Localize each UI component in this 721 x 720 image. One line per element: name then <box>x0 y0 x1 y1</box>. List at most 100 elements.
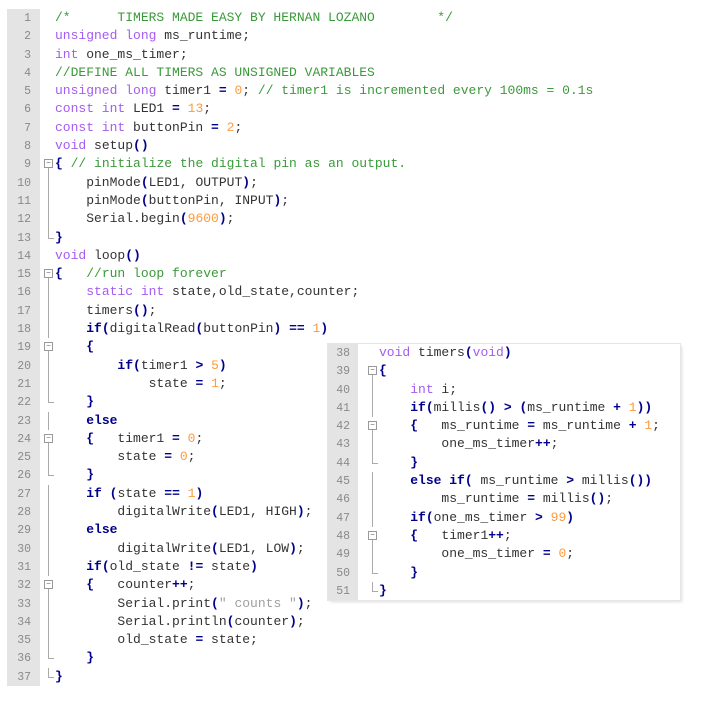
code-line[interactable]: 14 void loop() <box>7 247 667 265</box>
code-line[interactable]: 10 pinMode(LED1, OUTPUT); <box>7 173 667 193</box>
fold-gutter <box>41 46 55 64</box>
operator-token: else <box>86 412 118 428</box>
line-number: 30 <box>17 542 31 556</box>
fold-collapse-icon[interactable] <box>365 362 379 381</box>
code-line[interactable]: 34 Serial.println(counter); <box>7 612 667 632</box>
text-token: LED1, OUTPUT <box>148 174 243 190</box>
code-line[interactable]: 35 old_state = state; <box>7 631 667 650</box>
operator-token: + <box>613 399 621 415</box>
text-token: ; <box>281 192 290 208</box>
code-line[interactable]: 3 int one_ms_timer; <box>7 46 667 64</box>
code-line[interactable]: 18 if(digitalRead(buttonPin) == 1) <box>7 320 667 339</box>
fold-collapse-icon[interactable] <box>41 265 55 284</box>
code-text: } <box>379 564 418 582</box>
operator-token: ) <box>503 345 512 360</box>
fold-collapse-icon[interactable] <box>365 527 379 546</box>
text-token: ; <box>226 211 235 227</box>
text-token: ; <box>195 430 204 446</box>
code-text: one_ms_timer++; <box>379 435 558 453</box>
text-token: old_state <box>109 558 188 574</box>
operator-token: ++ <box>172 577 188 593</box>
code-line[interactable]: 48 { timer1++; <box>328 527 680 546</box>
operator-token: = <box>542 546 551 562</box>
code-text: if(digitalRead(buttonPin) == 1) <box>55 320 328 338</box>
code-line[interactable]: 1 /* TIMERS MADE EASY BY HERNAN LOZANO */ <box>7 9 667 27</box>
code-line[interactable]: 4 //DEFINE ALL TIMERS AS UNSIGNED VARIABL… <box>7 64 667 82</box>
fold-gutter <box>41 27 55 45</box>
code-line[interactable]: 49 one_ms_timer = 0; <box>328 545 680 564</box>
code-line[interactable]: 36 } <box>7 649 667 667</box>
text-token: ; <box>187 449 196 465</box>
fold-collapse-icon[interactable] <box>41 338 55 357</box>
code-text: state = 0; <box>55 448 195 466</box>
code-line[interactable]: 9 { // initialize the digital pin as an o… <box>7 155 667 174</box>
operator-token: == <box>164 485 180 501</box>
line-number: 36 <box>17 652 31 666</box>
code-line[interactable]: 50 } <box>328 563 680 582</box>
fold-collapse-icon[interactable] <box>41 430 55 449</box>
code-editor-timers-snippet[interactable]: 38void timers(void)39{40 int i;41 if(mil… <box>328 344 680 601</box>
code-line[interactable]: 40 int i; <box>328 380 680 400</box>
code-line[interactable]: 42 { ms_runtime = ms_runtime + 1; <box>328 417 680 436</box>
code-line[interactable]: 43 one_ms_timer++; <box>328 435 680 455</box>
line-number: 5 <box>24 85 31 99</box>
operator-token: ) <box>296 595 305 611</box>
fold-collapse-icon[interactable] <box>41 576 55 595</box>
text-token: buttonPin <box>203 321 274 337</box>
code-text: else <box>55 412 117 430</box>
code-line[interactable]: 6 const int LED1 = 13; <box>7 100 667 118</box>
operator-token: != <box>187 558 204 574</box>
fold-gutter <box>41 100 55 118</box>
code-line[interactable]: 15 { //run loop forever <box>7 265 667 284</box>
text-token: ; <box>234 119 243 135</box>
code-line[interactable]: 51} <box>328 581 680 600</box>
code-line[interactable]: 16 static int state,old_state,counter; <box>7 283 667 303</box>
code-line[interactable]: 38 void timers(void) <box>328 344 680 362</box>
code-text: state = 1; <box>55 375 227 393</box>
code-line[interactable]: 2 unsigned long ms_runtime; <box>7 27 667 45</box>
keyword-token: int <box>55 46 79 62</box>
code-line[interactable]: 13} <box>7 228 667 247</box>
fold-line-icon <box>41 374 55 394</box>
code-line[interactable]: 46 ms_runtime = millis(); <box>328 490 680 509</box>
code-line[interactable]: 44 } <box>328 453 680 472</box>
comment-token: // timer1 is incremented every 100ms = 0… <box>257 83 594 99</box>
code-line[interactable]: 5 unsigned long timer1 = 0; // timer1 is … <box>7 82 667 100</box>
code-line[interactable]: 12 Serial.begin(9600); <box>7 210 667 229</box>
operator-token: = <box>172 430 180 446</box>
code-line[interactable]: 8 void setup() <box>7 137 667 155</box>
code-text: timers(); <box>55 302 156 320</box>
text-token: timers <box>55 302 134 318</box>
text-token: millis <box>535 491 590 507</box>
code-text: old_state = state; <box>55 631 257 649</box>
code-text: /* TIMERS MADE EASY BY HERNAN LOZANO */ <box>55 9 453 27</box>
code-text: if(millis() > (ms_runtime + 1)) <box>379 399 652 417</box>
line-number: 27 <box>17 487 31 501</box>
operator-token: } <box>86 650 95 666</box>
code-line[interactable]: 47 if(one_ms_timer > 99) <box>328 508 680 528</box>
fold-collapse-icon[interactable] <box>365 417 379 436</box>
operator-token: { <box>55 156 63 172</box>
text-token: ; <box>304 504 313 520</box>
number-token: 5 <box>211 357 219 373</box>
code-text: else <box>55 521 117 539</box>
fold-gutter <box>41 82 55 100</box>
fold-gutter <box>41 64 55 82</box>
line-number: 39 <box>336 365 350 379</box>
code-line[interactable]: 7 const int buttonPin = 2; <box>7 119 667 137</box>
fold-collapse-icon[interactable] <box>41 155 55 174</box>
code-line[interactable]: 39 { <box>328 362 680 381</box>
code-line[interactable]: 41 if(millis() > (ms_runtime + 1)) <box>328 398 680 418</box>
line-number: 38 <box>336 347 350 360</box>
code-line[interactable]: 11 pinMode(buttonPin, INPUT); <box>7 191 667 211</box>
code-text: { timer1++; <box>379 527 511 545</box>
text-token: loop <box>86 247 126 263</box>
code-line[interactable]: 37} <box>7 667 667 686</box>
code-line[interactable]: 17 timers(); <box>7 301 667 321</box>
line-number: 15 <box>17 268 31 282</box>
code-line[interactable]: 45 else if( ms_runtime > millis()) <box>328 472 680 491</box>
text-token: setup <box>86 138 134 154</box>
